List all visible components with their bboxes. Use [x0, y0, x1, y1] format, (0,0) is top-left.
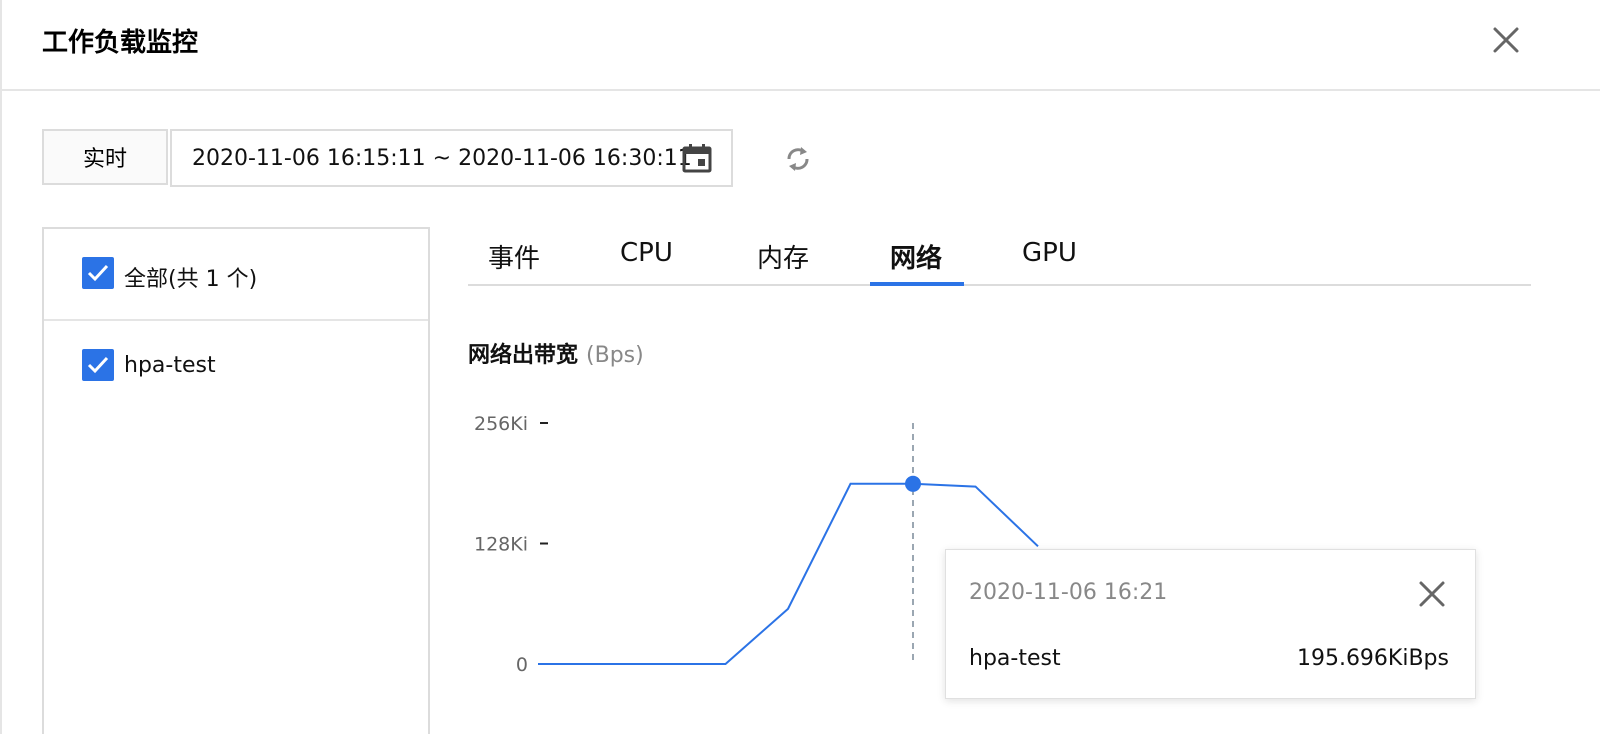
refresh-icon[interactable]: [782, 143, 814, 175]
dialog-left-edge: [0, 0, 2, 734]
tabs-baseline: [468, 284, 1531, 286]
workload-label: hpa-test: [124, 353, 216, 378]
tooltip-time: 2020-11-06 16:21: [969, 580, 1168, 605]
tooltip-series-value: 195.696KiBps: [1296, 646, 1449, 671]
y-tick-label: 0: [516, 654, 528, 676]
tooltip-close-icon[interactable]: [1416, 578, 1448, 610]
tab-memory[interactable]: 内存: [757, 238, 809, 275]
workload-checkbox[interactable]: [82, 349, 114, 381]
panel-divider: [44, 319, 428, 321]
chart-title: 网络出带宽 (Bps): [468, 337, 644, 369]
date-range-picker[interactable]: 2020-11-06 16:15:11 ~ 2020-11-06 16:30:1…: [170, 129, 733, 187]
dialog-header: 工作负载监控: [0, 0, 1600, 91]
tab-events[interactable]: 事件: [488, 238, 540, 275]
close-icon[interactable]: [1488, 22, 1524, 58]
date-range-text: 2020-11-06 16:15:11 ~ 2020-11-06 16:30:1…: [192, 146, 692, 171]
tab-cpu[interactable]: CPU: [620, 238, 673, 268]
dialog-title: 工作负载监控: [42, 28, 199, 58]
workload-list-panel: 全部(共 1 个) hpa-test: [42, 227, 430, 734]
chart-title-text: 网络出带宽: [468, 343, 579, 368]
highlighted-data-point: [905, 475, 921, 492]
active-tab-indicator: [870, 282, 964, 286]
y-tick-label: 128Ki: [474, 534, 528, 556]
tab-network[interactable]: 网络: [890, 238, 942, 275]
select-all-checkbox[interactable]: [82, 257, 114, 289]
select-all-label: 全部(共 1 个): [124, 267, 258, 292]
chart-tooltip: 2020-11-06 16:21 hpa-test 195.696KiBps: [945, 549, 1476, 699]
calendar-icon[interactable]: [682, 143, 712, 173]
realtime-button[interactable]: 实时: [42, 129, 168, 185]
tab-gpu[interactable]: GPU: [1022, 238, 1077, 268]
y-tick-label: 256Ki: [474, 413, 528, 435]
tooltip-series-name: hpa-test: [969, 646, 1061, 671]
chart-unit: (Bps): [586, 343, 644, 368]
